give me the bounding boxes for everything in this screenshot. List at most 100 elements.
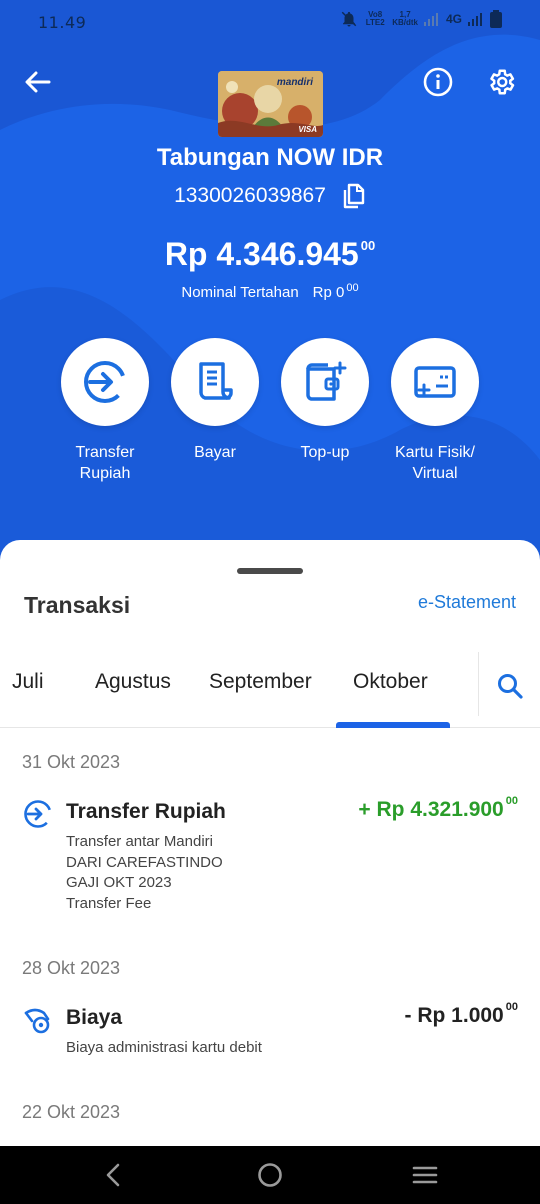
sheet-drag-handle[interactable] [237, 568, 303, 574]
action-bayar[interactable]: Bayar [160, 338, 270, 463]
transaction-amount: + Rp 4.321.900 00 [358, 795, 518, 822]
action-topup[interactable]: Top-up [270, 338, 380, 463]
action-bayar-circle [171, 338, 259, 426]
transaction-detail-line: Biaya administrasi kartu debit [66, 1039, 262, 1056]
transaction-details: Transfer antar Mandiri DARI CAREFASTINDO… [66, 832, 223, 914]
signal-icon [468, 13, 482, 26]
action-transfer-label-line1: Transfer [75, 444, 135, 461]
tab-oktober[interactable]: Oktober [353, 670, 428, 694]
transaction-detail-line: DARI CAREFASTINDO [66, 853, 223, 871]
network-speed: 1,7 KB/dtk [392, 11, 418, 27]
action-kartu-label-line1: Kartu Fisik/ [394, 444, 475, 461]
transfer-icon [84, 361, 126, 403]
network-speed-unit: KB/dtk [392, 18, 418, 27]
account-header: 11.49 Vo8 LTE2 1,7 KB/dtk 4G mandiri VIS… [0, 0, 540, 580]
status-icons: Vo8 LTE2 1,7 KB/dtk 4G [340, 10, 502, 28]
copy-icon [343, 183, 365, 209]
account-number-row: 1330026039867 [0, 182, 540, 210]
info-icon [423, 67, 453, 97]
action-bayar-label-line1: Bayar [194, 444, 236, 461]
transaction-amount-cents: 00 [505, 795, 518, 807]
notifications-off-icon [341, 11, 357, 27]
transaction-icon-wrapper [22, 1004, 54, 1036]
fee-icon [24, 1008, 50, 1034]
action-kartu-label-line2: Virtual [412, 465, 458, 482]
transaction-detail-line: Transfer Fee [66, 894, 152, 912]
transactions-sheet: Transaksi e-Statement Juli Agustus Septe… [0, 540, 540, 1146]
nav-home-button[interactable] [250, 1155, 290, 1195]
month-tabs: Juli Agustus September Oktober [0, 650, 540, 728]
bill-icon [199, 362, 233, 400]
transaction-icon-wrapper [22, 798, 54, 830]
balance-amount: Rp 4.346.945 [164, 236, 359, 272]
battery-icon [490, 10, 502, 28]
menu-lines-icon [412, 1166, 438, 1184]
arrow-left-icon [25, 71, 51, 93]
transaction-detail-line: GAJI OKT 2023 [66, 874, 172, 891]
action-topup-label-line1: Top-up [300, 444, 350, 461]
search-icon [498, 674, 523, 699]
tab-agustus[interactable]: Agustus [95, 670, 171, 694]
search-transactions-button[interactable] [490, 666, 530, 706]
transaction-amount-value: + Rp 4.321.900 [358, 798, 504, 821]
chevron-left-icon [106, 1163, 120, 1187]
account-number: 1330026039867 [174, 184, 326, 207]
action-topup-label: Top-up [270, 442, 380, 463]
gear-icon [490, 69, 515, 95]
action-topup-circle [281, 338, 369, 426]
transaction-item-transfer[interactable]: Transfer Rupiah + Rp 4.321.900 00 Transfe… [0, 795, 540, 918]
volte-indicator: Vo8 LTE2 [365, 10, 385, 27]
tab-juli[interactable]: Juli [12, 670, 44, 694]
transaction-item-biaya[interactable]: Biaya - Rp 1.000 00 Biaya administrasi ka… [0, 1001, 540, 1064]
signal-weak-icon [423, 13, 438, 26]
debit-card-thumbnail[interactable]: mandiri VISA [218, 71, 323, 137]
account-title: Tabungan NOW IDR [156, 144, 384, 171]
wallet-icon [306, 361, 347, 401]
status-bar: 11.49 Vo8 LTE2 1,7 KB/dtk 4G [0, 0, 540, 44]
action-transfer-rupiah[interactable]: Transfer Rupiah [50, 338, 160, 484]
held-amount-row: Nominal Tertahan Rp 0 00 [0, 282, 540, 301]
nav-back-button[interactable] [94, 1155, 134, 1195]
network-type: 4G [445, 12, 462, 26]
action-transfer-label: Transfer Rupiah [50, 442, 160, 484]
action-transfer-circle [61, 338, 149, 426]
tab-september[interactable]: September [209, 670, 312, 694]
action-kartu-circle [391, 338, 479, 426]
settings-button[interactable] [481, 62, 521, 102]
transaction-amount: - Rp 1.000 00 [404, 1001, 518, 1028]
copy-account-number-button[interactable] [340, 182, 366, 210]
card-bank-label: mandiri [276, 77, 313, 88]
transaction-title: Transfer Rupiah [66, 800, 226, 823]
transactions-title: Transaksi [24, 592, 131, 618]
date-header-28-okt: 28 Okt 2023 [22, 958, 121, 978]
nav-recents-button[interactable] [405, 1155, 445, 1195]
date-header-31-okt: 31 Okt 2023 [22, 752, 121, 772]
account-balance: Rp 4.346.945 00 [0, 236, 540, 273]
held-amount-label: Nominal Tertahan [181, 284, 299, 301]
action-transfer-label-line2: Rupiah [79, 465, 131, 482]
action-kartu-label: Kartu Fisik/ Virtual [380, 442, 490, 484]
active-tab-indicator [336, 722, 450, 728]
transaction-details: Biaya administrasi kartu debit [66, 1038, 262, 1059]
back-button[interactable] [18, 62, 58, 102]
home-circle-icon [258, 1163, 282, 1187]
system-navigation-bar [0, 1146, 540, 1204]
transaction-title: Biaya [66, 1006, 123, 1029]
card-network-label: VISA [298, 125, 317, 134]
transaction-detail-line: Transfer antar Mandiri [66, 833, 213, 850]
action-bayar-label: Bayar [160, 442, 270, 463]
balance-cents: 00 [360, 238, 376, 253]
held-amount-value: Rp 0 [312, 284, 345, 301]
card-icon [414, 366, 456, 398]
held-amount-value-group: Rp 0 00 [312, 282, 359, 301]
transaction-amount-value: - Rp 1.000 [404, 1004, 504, 1027]
tab-divider [478, 652, 479, 716]
info-button[interactable] [418, 62, 458, 102]
date-header-22-okt: 22 Okt 2023 [22, 1102, 121, 1122]
estatement-link[interactable]: e-Statement [418, 592, 516, 613]
status-time: 11.49 [38, 13, 87, 32]
held-amount-cents: 00 [346, 282, 359, 294]
action-kartu[interactable]: Kartu Fisik/ Virtual [380, 338, 490, 484]
transfer-icon [24, 800, 52, 828]
transaction-amount-cents: 00 [505, 1001, 518, 1013]
